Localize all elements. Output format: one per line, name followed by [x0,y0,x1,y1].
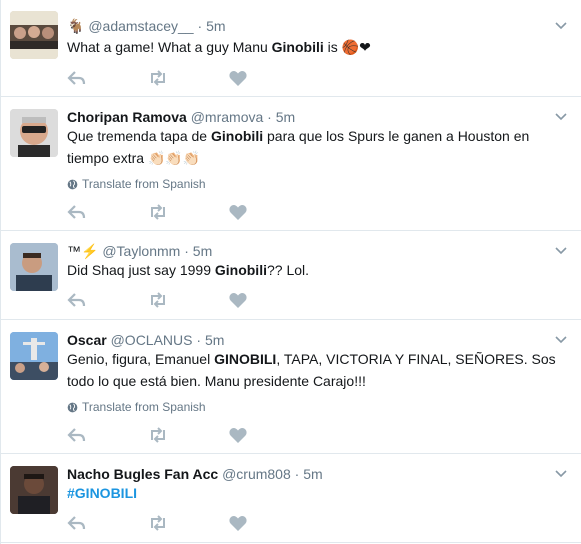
tweet[interactable]: Nacho Bugles Fan Acc @crum808 · 5m #GINO… [1,454,581,543]
tweet-actions [67,291,267,309]
username[interactable]: @adamstacey__ [88,18,193,34]
hashtag-link[interactable]: #GINOBILI [67,485,137,501]
tweet-actions [67,426,267,444]
username[interactable]: @mramova [191,109,264,125]
like-icon[interactable] [228,514,248,532]
separator: · [197,18,203,34]
tweet[interactable]: ™⚡ @Taylonmm · 5m Did Shaq just say 1999… [1,231,581,320]
avatar[interactable] [10,243,58,291]
highlighted-term: Ginobili [211,128,264,144]
tweet-header: Oscar @OCLANUS · 5m [67,331,224,349]
like-icon[interactable] [228,291,248,309]
text-segment: is [323,39,342,55]
timestamp[interactable]: 5m [193,243,212,259]
translate-label[interactable]: Translate from Spanish [82,177,206,191]
tweet-header: Nacho Bugles Fan Acc @crum808 · 5m [67,465,323,483]
timestamp[interactable]: 5m [303,466,322,482]
emoji-prefix: ™⚡ [67,243,99,259]
emoji: 🏀❤ [341,39,371,55]
timestamp[interactable]: 5m [205,332,224,348]
tweet-text: What a game! What a guy Manu Ginobili is… [67,36,567,58]
tweet-actions [67,69,267,87]
reply-icon[interactable] [67,203,87,221]
retweet-icon[interactable] [148,291,168,309]
highlighted-term: Ginobili [271,39,324,55]
chevron-down-icon[interactable] [554,466,568,480]
tweet[interactable]: 🐐 @adamstacey__ · 5m What a game! What a… [1,0,581,97]
globe-icon [67,179,78,190]
highlighted-term: GINOBILI [214,351,277,367]
separator: · [196,332,202,348]
retweet-icon[interactable] [148,426,168,444]
timestamp[interactable]: 5m [206,18,225,34]
tweet-header: Choripan Ramova @mramova · 5m [67,108,295,126]
like-icon[interactable] [228,203,248,221]
retweet-icon[interactable] [148,514,168,532]
chevron-down-icon[interactable] [554,332,568,346]
translate-link[interactable]: Translate from Spanish [67,177,206,191]
text-segment: Did Shaq just say 1999 [67,262,215,278]
translate-label[interactable]: Translate from Spanish [82,400,206,414]
tweet-header: 🐐 @adamstacey__ · 5m [67,17,226,35]
like-icon[interactable] [228,69,248,87]
reply-icon[interactable] [67,426,87,444]
tweet-text: Genio, figura, Emanuel GINOBILI, TAPA, V… [67,348,567,392]
emoji: 👏🏻👏🏻👏🏻 [147,150,201,166]
display-name[interactable]: Oscar [67,332,107,348]
emoji-prefix: 🐐 [67,18,85,34]
globe-icon [67,402,78,413]
timestamp[interactable]: 5m [276,109,295,125]
highlighted-term: Ginobili [214,262,267,278]
tweet-text: Did Shaq just say 1999 Ginobili?? Lol. [67,259,567,281]
like-icon[interactable] [228,426,248,444]
reply-icon[interactable] [67,69,87,87]
avatar[interactable] [10,109,58,157]
separator: · [294,466,300,482]
avatar[interactable] [10,466,58,514]
text-segment: Que tremenda tapa de [67,128,211,144]
tweet-actions [67,514,267,532]
display-name[interactable]: Nacho Bugles Fan Acc [67,466,218,482]
chevron-down-icon[interactable] [554,243,568,257]
username[interactable]: @Taylonmm [102,243,180,259]
username[interactable]: @crum808 [222,466,291,482]
tweet-header: ™⚡ @Taylonmm · 5m [67,242,212,260]
tweet[interactable]: Oscar @OCLANUS · 5m Genio, figura, Emanu… [1,320,581,454]
text-segment: ?? Lol. [266,262,310,278]
retweet-icon[interactable] [148,69,168,87]
separator: · [184,243,189,259]
tweet-feed: 🐐 @adamstacey__ · 5m What a game! What a… [0,0,581,544]
translate-link[interactable]: Translate from Spanish [67,400,206,414]
username[interactable]: @OCLANUS [111,332,193,348]
separator: · [267,109,272,125]
text-segment: Genio, figura, Emanuel [67,351,215,367]
text-segment: What a game! What a guy Manu [67,39,272,55]
tweet-text: Que tremenda tapa de Ginobili para que l… [67,125,557,169]
chevron-down-icon[interactable] [554,18,568,32]
reply-icon[interactable] [67,291,87,309]
chevron-down-icon[interactable] [554,109,568,123]
display-name[interactable]: Choripan Ramova [67,109,187,125]
tweet-text: #GINOBILI [67,482,567,504]
reply-icon[interactable] [67,514,87,532]
tweet[interactable]: Choripan Ramova @mramova · 5m Que tremen… [1,97,581,231]
retweet-icon[interactable] [148,203,168,221]
avatar[interactable] [10,332,58,380]
avatar[interactable] [10,11,58,59]
tweet-actions [67,203,267,221]
